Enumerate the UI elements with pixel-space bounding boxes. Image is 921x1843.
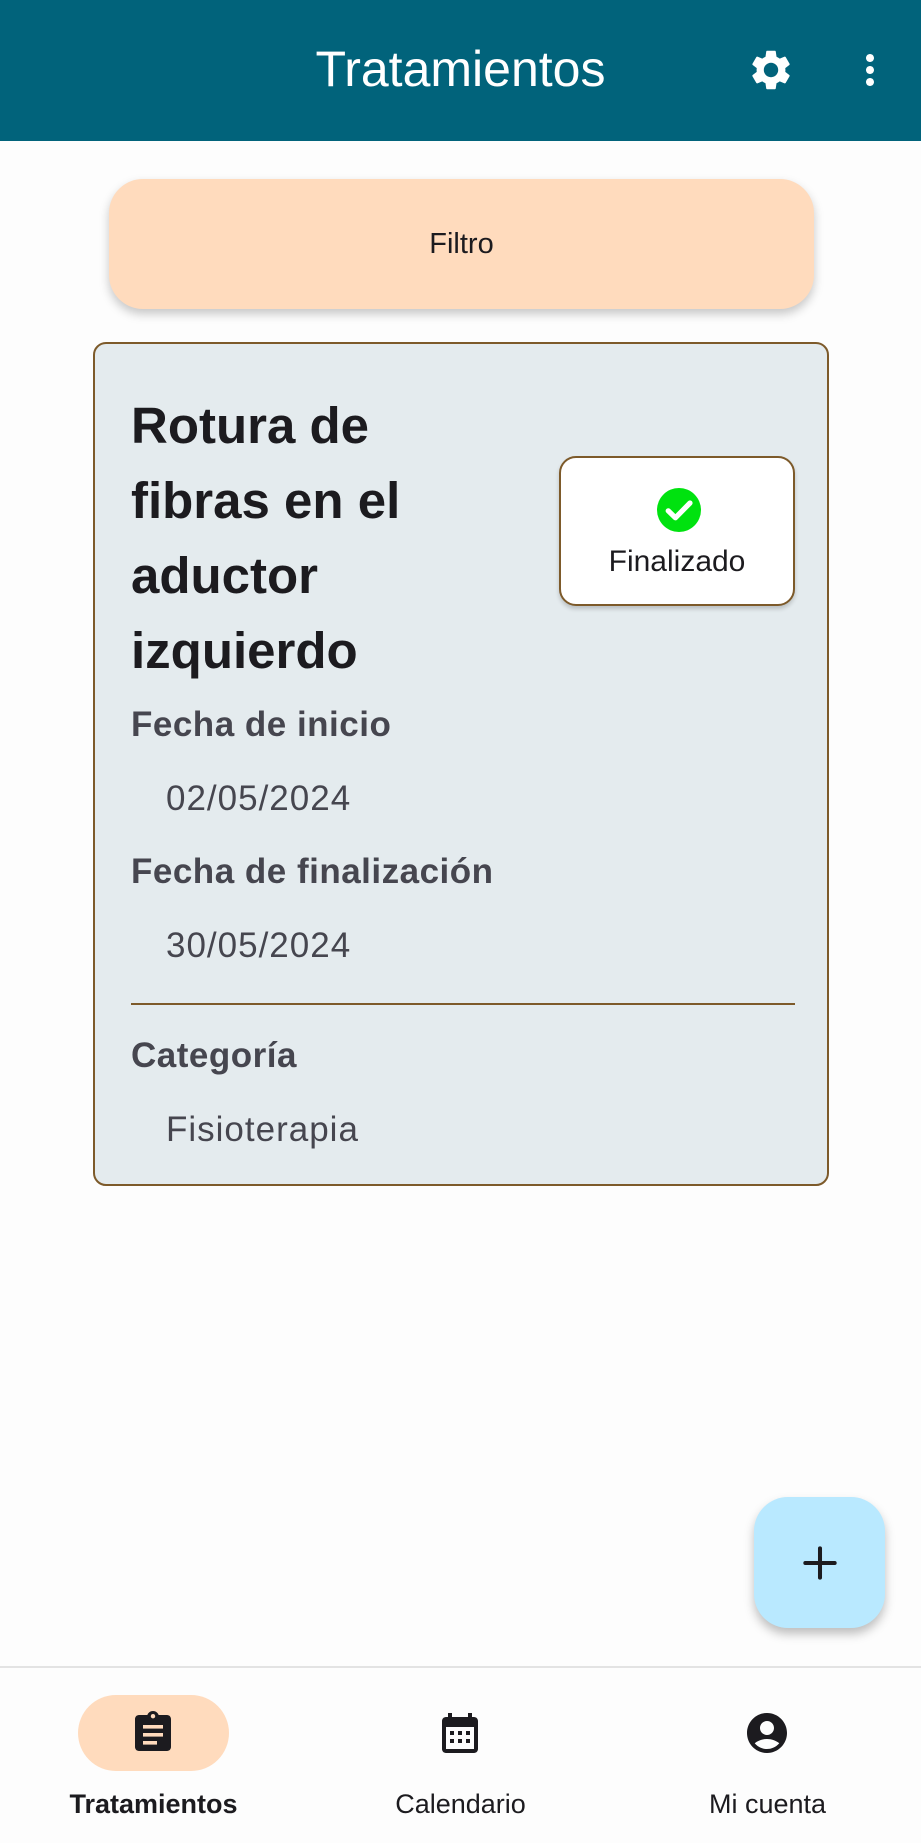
category-value: Fisioterapia	[166, 1110, 359, 1149]
gear-icon	[752, 50, 790, 90]
nav-item-calendario[interactable]: Calendario	[307, 1668, 614, 1843]
end-date-label: Fecha de finalización	[131, 852, 494, 891]
filter-button-label: Filtro	[429, 227, 494, 260]
start-date-label: Fecha de inicio	[131, 705, 392, 744]
nav-label-calendario: Calendario	[395, 1789, 526, 1819]
nav-label-mi-cuenta: Mi cuenta	[708, 1789, 827, 1819]
clipboard-icon	[135, 1711, 171, 1751]
app-bar: Tratamientos	[0, 0, 921, 141]
plus-icon	[802, 1545, 837, 1580]
settings-button[interactable]	[739, 38, 803, 102]
nav-item-mi-cuenta[interactable]: Mi cuenta	[614, 1668, 921, 1843]
treatment-title: Rotura de fibras en el aductor izquierdo	[131, 397, 401, 679]
check-circle-icon	[657, 488, 701, 532]
add-treatment-button[interactable]	[754, 1497, 885, 1628]
account-circle-icon	[747, 1713, 787, 1753]
more-options-button[interactable]	[838, 38, 902, 102]
calendar-icon	[442, 1713, 478, 1753]
nav-item-tratamientos[interactable]: Tratamientos	[0, 1668, 307, 1843]
treatment-card[interactable]: Rotura de fibras en el aductor izquierdo…	[93, 342, 829, 1186]
bottom-navigation: Tratamientos Calendario Mi cuenta	[0, 1666, 921, 1843]
more-vert-icon	[866, 54, 874, 86]
start-date-value: 02/05/2024	[166, 779, 352, 818]
category-label: Categoría	[131, 1036, 297, 1075]
end-date-value: 30/05/2024	[166, 926, 352, 965]
card-divider	[131, 1003, 795, 1005]
status-label: Finalizado	[608, 545, 746, 578]
status-chip[interactable]: Finalizado	[559, 456, 795, 606]
nav-label-tratamientos: Tratamientos	[69, 1789, 238, 1819]
filter-button[interactable]: Filtro	[109, 179, 814, 309]
